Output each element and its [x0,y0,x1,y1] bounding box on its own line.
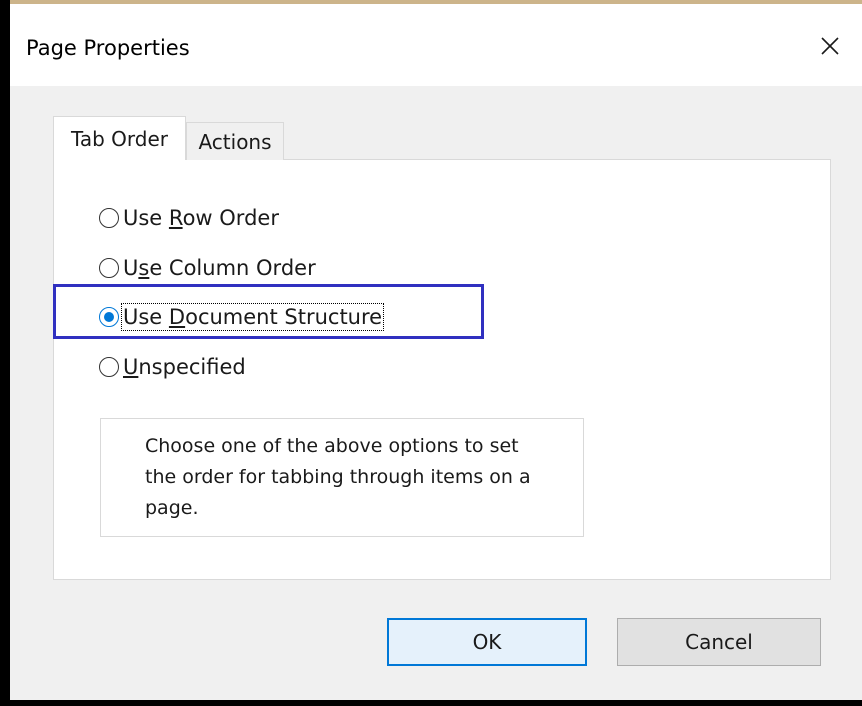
title-bar: Page Properties [10,4,862,86]
close-icon [821,37,839,55]
radio-label: Unspecified [123,355,246,379]
radio-label: Use Column Order [123,256,316,280]
radio-dot [104,312,114,322]
page-properties-dialog: Page Properties Tab Order Actions Use Ro… [10,4,862,700]
radio-button[interactable] [99,208,119,228]
radio-label: Use Document Structure [120,303,385,331]
radio-button[interactable] [99,357,119,377]
cancel-button-label: Cancel [685,630,753,654]
dialog-title: Page Properties [26,36,190,60]
radio-use-row-order[interactable]: Use Row Order [99,200,279,236]
cancel-button[interactable]: Cancel [617,618,821,666]
radio-use-column-order[interactable]: Use Column Order [99,250,316,286]
radio-unspecified[interactable]: Unspecified [99,349,246,385]
tab-label: Tab Order [70,126,169,151]
focus-rect: Use Document Structure [120,303,385,331]
radio-button[interactable] [99,258,119,278]
ok-button[interactable]: OK [387,618,587,666]
tab-label: Actions [198,129,272,154]
tab-actions[interactable]: Actions [186,122,284,160]
radio-use-document-structure[interactable]: Use Document Structure [99,299,385,335]
radio-button-checked[interactable] [99,307,119,327]
radio-label: Use Row Order [123,206,279,230]
close-button[interactable] [812,28,848,64]
help-description-box: Choose one of the above options to set t… [100,418,584,537]
ok-button-label: OK [472,630,502,654]
tab-tab-order[interactable]: Tab Order [53,116,186,160]
help-text: Choose one of the above options to set t… [145,435,531,519]
